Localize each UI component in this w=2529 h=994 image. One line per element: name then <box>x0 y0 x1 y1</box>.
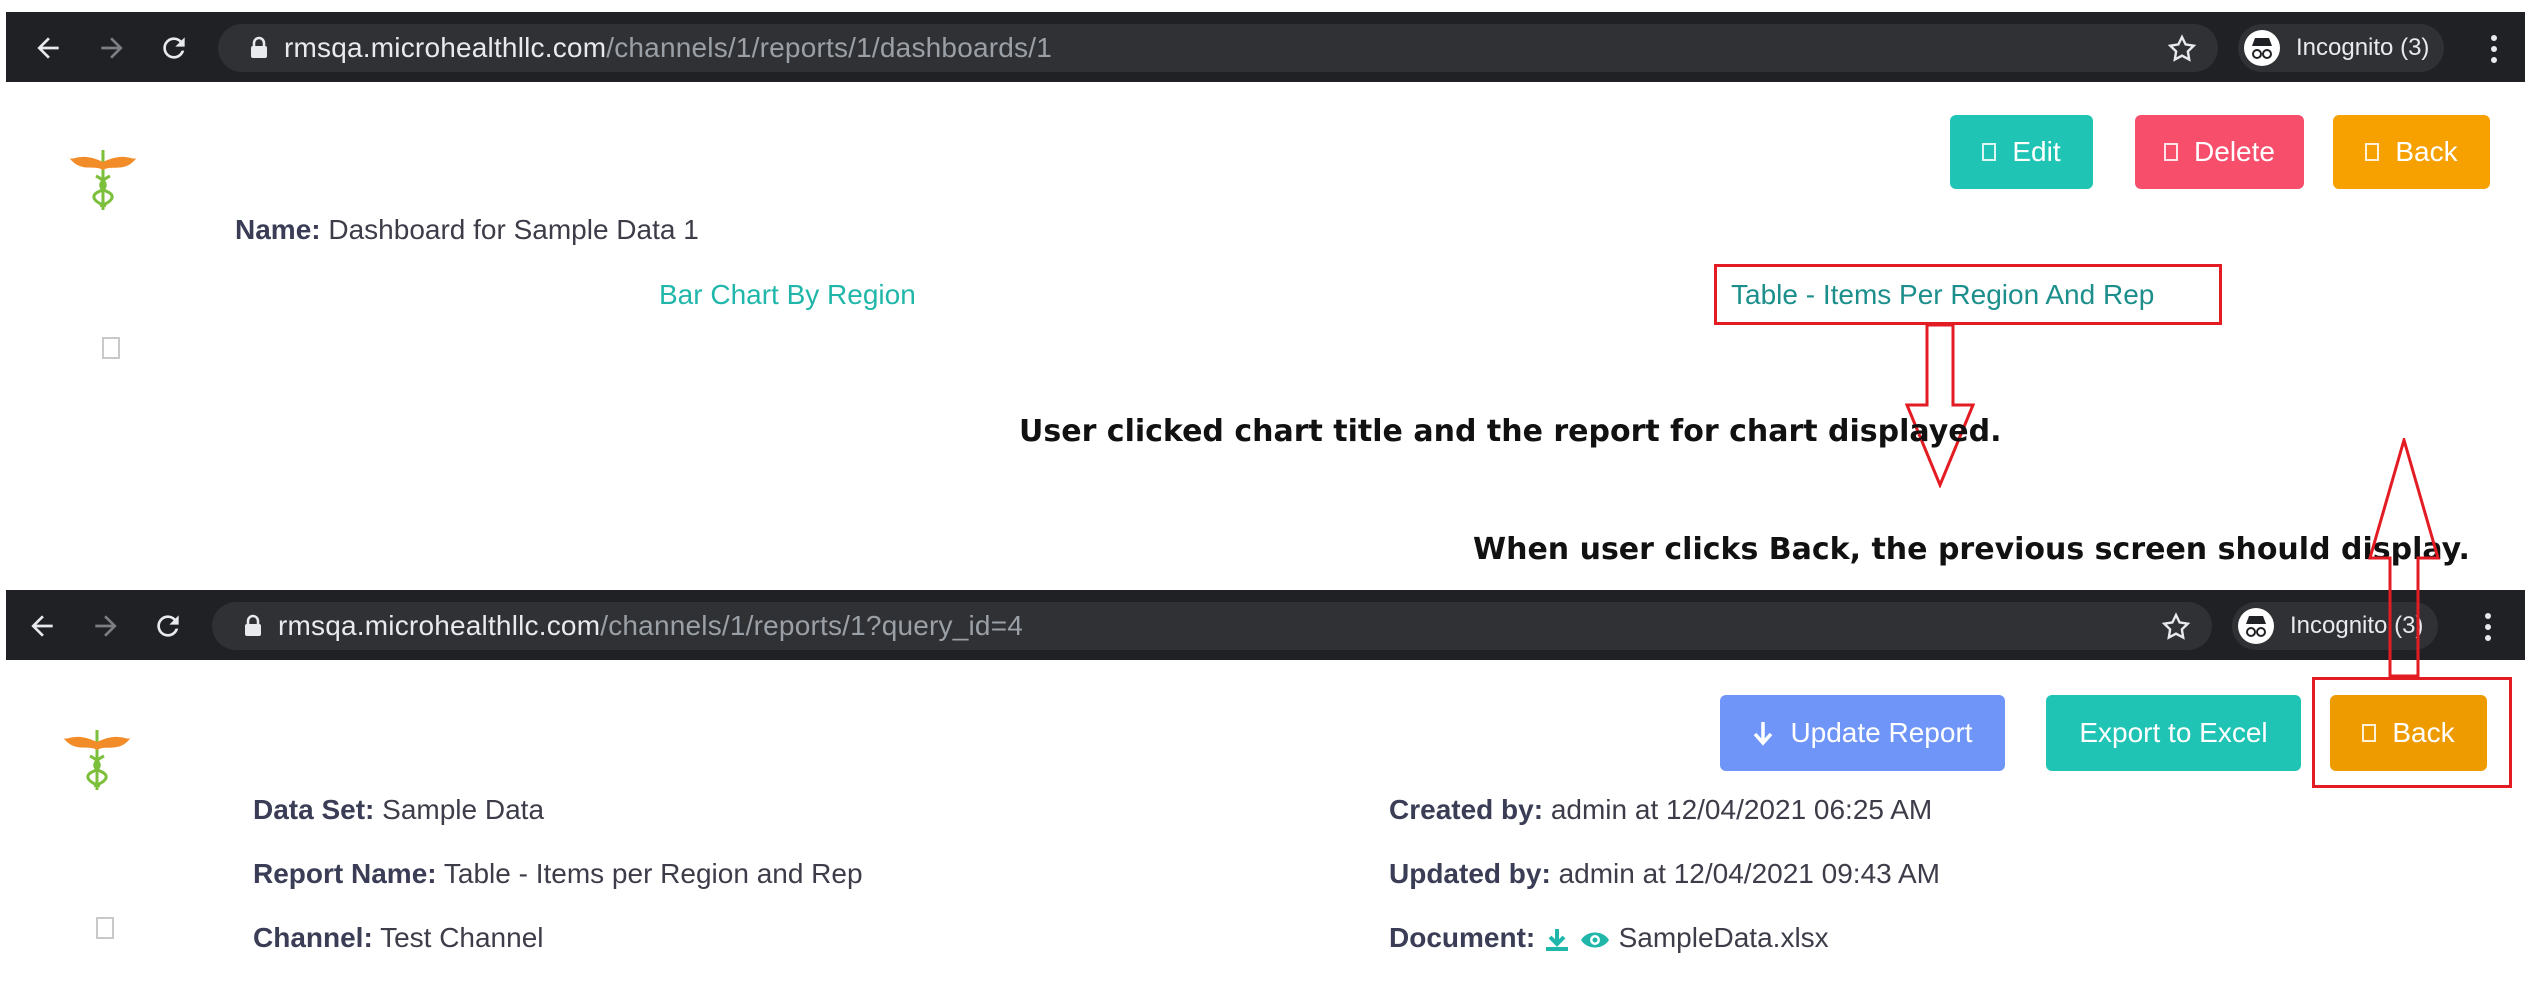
download-icon[interactable] <box>1543 926 1571 954</box>
created-by-label: Created by: <box>1389 794 1544 825</box>
url-text: rmsqa.microhealthllc.com/channels/1/repo… <box>284 32 1052 64</box>
address-bar[interactable]: rmsqa.microhealthllc.com/channels/1/repo… <box>218 24 2218 72</box>
export-excel-button[interactable]: Export to Excel <box>2046 695 2301 771</box>
channel-label: Channel: <box>253 922 373 953</box>
report-name-value: Table - Items per Region and Rep <box>443 858 863 889</box>
incognito-indicator[interactable]: Incognito (3) <box>2238 24 2444 72</box>
arrow-right-icon[interactable] <box>96 32 128 64</box>
delete-button[interactable]: Delete <box>2135 115 2304 189</box>
edit-button-label: Edit <box>2012 136 2061 167</box>
dashboard-name: Name: Dashboard for Sample Data 1 <box>235 214 699 246</box>
updated-by-row: Updated by: admin at 12/04/2021 09:43 AM <box>1389 858 1940 890</box>
address-bar[interactable]: rmsqa.microhealthllc.com/channels/1/repo… <box>212 602 2212 650</box>
url-path: /channels/1/reports/1?query_id=4 <box>600 610 1024 641</box>
url-text: rmsqa.microhealthllc.com/channels/1/repo… <box>278 610 1023 642</box>
channel-row: Channel: Test Channel <box>253 922 544 954</box>
star-icon[interactable] <box>2160 611 2192 643</box>
eye-icon[interactable] <box>1579 926 1611 954</box>
document-row: Document: SampleData.xlsx <box>1389 922 1829 954</box>
up-arrow-annotation <box>2368 438 2440 678</box>
edit-icon <box>1982 143 1997 161</box>
name-value: Dashboard for Sample Data 1 <box>328 214 699 245</box>
caduceus-logo-icon <box>62 720 132 800</box>
data-set-row: Data Set: Sample Data <box>253 794 544 826</box>
down-arrow-annotation <box>1905 323 1975 488</box>
placeholder-icon-top <box>102 337 120 359</box>
report-name-row: Report Name: Table - Items per Region an… <box>253 858 863 890</box>
document-value[interactable]: SampleData.xlsx <box>1619 922 1829 953</box>
incognito-icon <box>2244 30 2280 66</box>
back-icon <box>2365 143 2380 161</box>
document-label: Document: <box>1389 922 1536 953</box>
url-host: rmsqa.microhealthllc.com <box>278 610 601 641</box>
annotation-back-note: When user clicks Back, the previous scre… <box>1473 532 2470 567</box>
url-host: rmsqa.microhealthllc.com <box>284 32 607 63</box>
highlight-box-table-title <box>1714 264 2222 325</box>
back-button-top[interactable]: Back <box>2333 115 2490 189</box>
data-set-label: Data Set: <box>253 794 375 825</box>
lock-icon <box>242 614 264 638</box>
update-report-button[interactable]: Update Report <box>1720 695 2005 771</box>
edit-button[interactable]: Edit <box>1950 115 2093 189</box>
bottom-browser-toolbar: rmsqa.microhealthllc.com/channels/1/repo… <box>6 590 2525 660</box>
lock-icon <box>248 36 270 60</box>
arrow-left-icon[interactable] <box>26 610 58 642</box>
created-by-value: admin at 12/04/2021 06:25 AM <box>1550 794 1933 825</box>
top-browser-toolbar: rmsqa.microhealthllc.com/channels/1/repo… <box>6 12 2525 82</box>
kebab-menu-icon[interactable] <box>2489 32 2499 64</box>
reload-icon[interactable] <box>152 610 184 642</box>
arrow-down-icon <box>1754 722 1773 746</box>
arrow-left-icon[interactable] <box>32 32 64 64</box>
back-button-label: Back <box>2395 136 2458 167</box>
update-report-label: Update Report <box>1790 717 1973 748</box>
caduceus-logo-icon <box>68 140 138 220</box>
name-label: Name: <box>235 214 321 245</box>
updated-by-label: Updated by: <box>1389 858 1551 889</box>
data-set-value: Sample Data <box>382 794 545 825</box>
highlight-box-back-button <box>2312 677 2512 788</box>
bar-chart-title-link[interactable]: Bar Chart By Region <box>659 279 916 311</box>
arrow-right-icon[interactable] <box>90 610 122 642</box>
updated-by-value: admin at 12/04/2021 09:43 AM <box>1558 858 1940 889</box>
kebab-menu-icon[interactable] <box>2483 610 2493 642</box>
created-by-row: Created by: admin at 12/04/2021 06:25 AM <box>1389 794 1932 826</box>
reload-icon[interactable] <box>158 32 190 64</box>
delete-icon <box>2164 143 2179 161</box>
report-name-label: Report Name: <box>253 858 437 889</box>
channel-value: Test Channel <box>380 922 544 953</box>
incognito-icon <box>2238 608 2274 644</box>
delete-button-label: Delete <box>2194 136 2275 167</box>
incognito-label: Incognito (3) <box>2296 34 2430 61</box>
export-excel-label: Export to Excel <box>2079 717 2268 748</box>
star-icon[interactable] <box>2166 33 2198 65</box>
placeholder-icon-bottom <box>96 917 114 939</box>
url-path: /channels/1/reports/1/dashboards/1 <box>606 32 1052 63</box>
annotation-clicked-note: User clicked chart title and the report … <box>1019 414 2002 449</box>
